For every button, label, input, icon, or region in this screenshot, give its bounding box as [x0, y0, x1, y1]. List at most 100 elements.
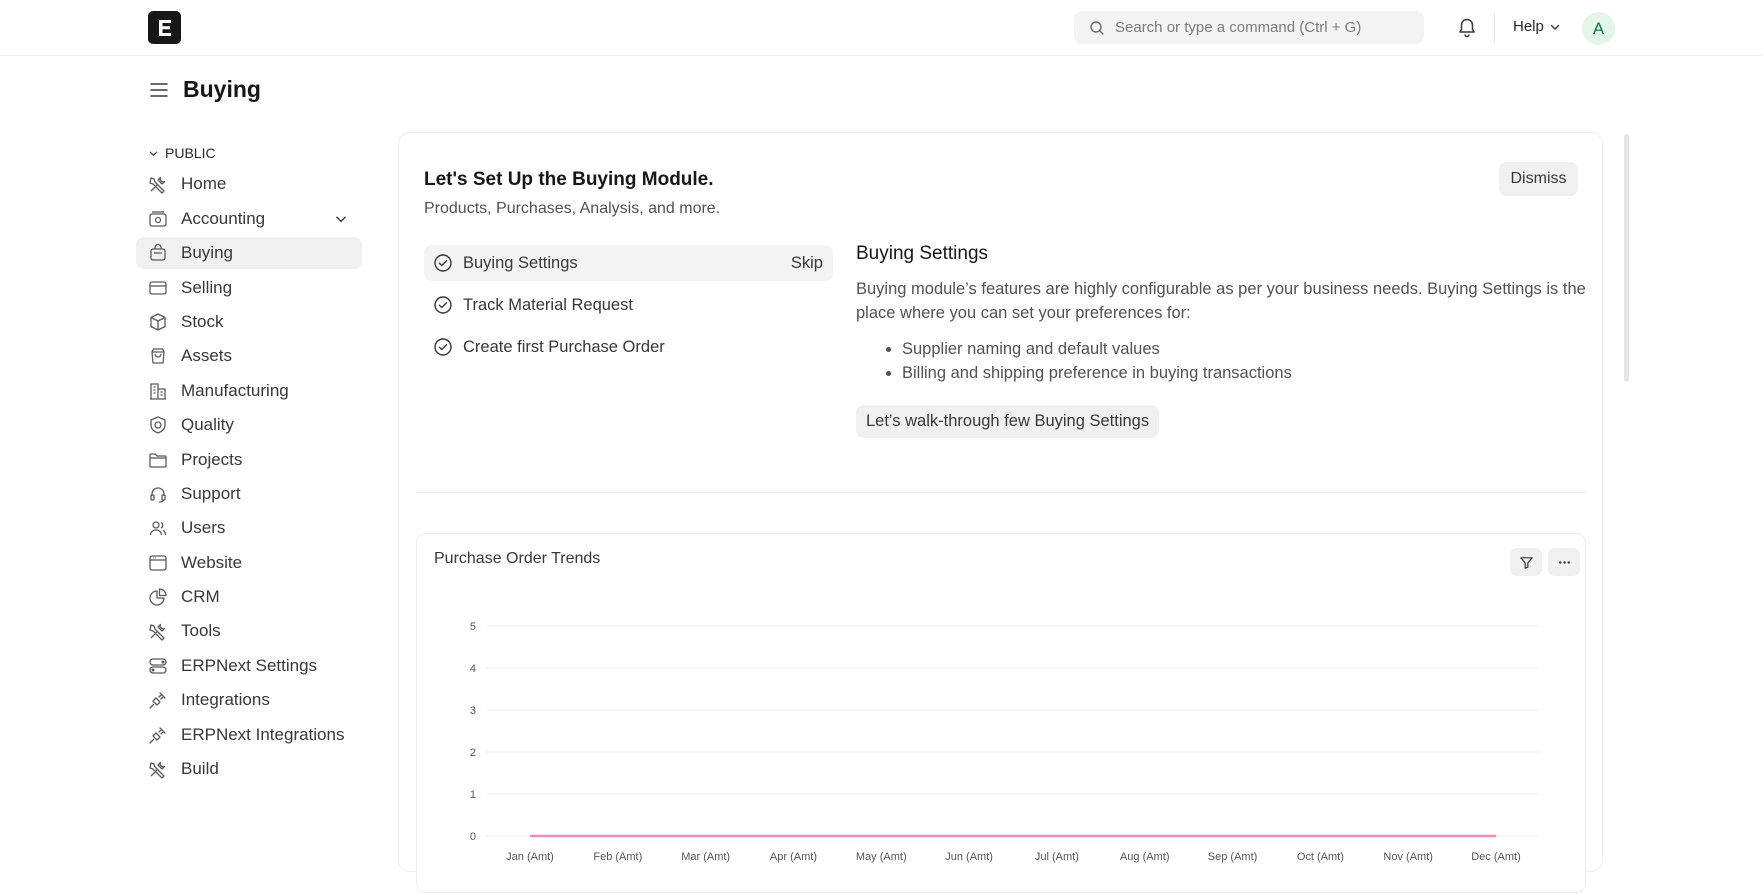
- sidebar-item-label: Build: [181, 759, 219, 779]
- quality-shield-icon: [147, 414, 169, 436]
- chart-title: Purchase Order Trends: [434, 550, 600, 568]
- hamburger-menu-icon: [150, 82, 168, 98]
- chart-widget: Purchase Order Trends 012345Jan (Amt)Feb…: [416, 533, 1586, 893]
- step-detail-bullets: Supplier naming and default values Billi…: [902, 337, 1586, 385]
- sidebar-item-label: Support: [181, 484, 241, 504]
- y-tick-label: 5: [470, 621, 476, 633]
- sidebar-item-label: Assets: [181, 346, 232, 366]
- factory-icon: [147, 380, 169, 402]
- sidebar-item-erpnext-settings[interactable]: ERPNext Settings: [136, 650, 362, 682]
- y-tick-label: 0: [470, 831, 476, 843]
- dismiss-button[interactable]: Dismiss: [1499, 162, 1578, 196]
- headset-icon: [147, 483, 169, 505]
- chevron-down-icon[interactable]: [334, 212, 348, 226]
- sidebar-item-label: Selling: [181, 278, 232, 298]
- section-divider: [416, 492, 1586, 493]
- sidebar-item-label: ERPNext Integrations: [181, 725, 344, 745]
- sidebar-item-label: ERPNext Settings: [181, 656, 317, 676]
- sidebar-item-accounting[interactable]: Accounting: [136, 203, 362, 235]
- sidebar-item-tools[interactable]: Tools: [136, 615, 362, 647]
- step-detail-bullet: Billing and shipping preference in buyin…: [902, 361, 1586, 385]
- chart-filter-button[interactable]: [1510, 548, 1542, 576]
- plug-icon: [147, 724, 169, 746]
- sidebar-item-projects[interactable]: Projects: [136, 444, 362, 476]
- sidebar-item-label: Manufacturing: [181, 381, 289, 401]
- y-tick-label: 2: [470, 747, 476, 759]
- sidebar-item-label: Accounting: [181, 209, 265, 229]
- y-tick-label: 4: [470, 663, 476, 675]
- plug-icon: [147, 689, 169, 711]
- sidebar-item-quality[interactable]: Quality: [136, 409, 362, 441]
- selling-card-icon: [147, 277, 169, 299]
- check-circle-icon: [433, 295, 453, 315]
- user-avatar[interactable]: A: [1582, 12, 1615, 45]
- onboarding-steps: Buying Settings Skip Track Material Requ…: [424, 245, 833, 371]
- website-icon: [147, 552, 169, 574]
- stock-box-icon: [147, 311, 169, 333]
- step-label: Create first Purchase Order: [463, 338, 665, 357]
- sidebar-item-stock[interactable]: Stock: [136, 306, 362, 338]
- step-detail-title: Buying Settings: [856, 243, 1586, 265]
- assets-bag-icon: [147, 345, 169, 367]
- skip-step-button[interactable]: Skip: [791, 254, 823, 273]
- notifications-button[interactable]: [1457, 17, 1477, 39]
- step-detail-panel: Buying Settings Buying module’s features…: [856, 243, 1586, 438]
- onboarding-card: Let's Set Up the Buying Module. Products…: [398, 132, 1603, 872]
- toggle-settings-icon: [147, 655, 169, 677]
- sidebar-item-label: Users: [181, 518, 225, 538]
- search-icon: [1089, 20, 1105, 36]
- onboarding-subtitle: Products, Purchases, Analysis, and more.: [424, 200, 720, 218]
- logo-e-icon: [157, 19, 173, 37]
- onboarding-step-track-material-request[interactable]: Track Material Request: [424, 287, 833, 323]
- sidebar-toggle-button[interactable]: [150, 82, 168, 98]
- bell-icon: [1457, 17, 1477, 39]
- sidebar-item-support[interactable]: Support: [136, 478, 362, 510]
- help-dropdown[interactable]: Help: [1513, 18, 1561, 35]
- chevron-down-icon: [1549, 21, 1561, 33]
- sidebar-item-erpnext-integrations[interactable]: ERPNext Integrations: [136, 719, 362, 751]
- top-navbar: Help A: [0, 0, 1763, 56]
- crm-pie-icon: [147, 586, 169, 608]
- purchase-order-trends-chart: 012345Jan (Amt)Feb (Amt)Mar (Amt)Apr (Am…: [434, 604, 1574, 894]
- sidebar-item-label: Stock: [181, 312, 224, 332]
- y-tick-label: 3: [470, 705, 476, 717]
- sidebar-item-label: Tools: [181, 621, 221, 641]
- tools-icon: [147, 758, 169, 780]
- step-detail-bullet: Supplier naming and default values: [902, 337, 1586, 361]
- check-circle-icon: [433, 253, 453, 273]
- app-logo[interactable]: [148, 11, 181, 44]
- users-icon: [147, 517, 169, 539]
- step-label: Track Material Request: [463, 296, 633, 315]
- sidebar-item-crm[interactable]: CRM: [136, 581, 362, 613]
- avatar-initial: A: [1593, 19, 1604, 39]
- step-label: Buying Settings: [463, 254, 578, 273]
- search-bar[interactable]: [1074, 11, 1424, 44]
- sidebar-item-label: Quality: [181, 415, 234, 435]
- sidebar-item-selling[interactable]: Selling: [136, 272, 362, 304]
- onboarding-step-create-purchase-order[interactable]: Create first Purchase Order: [424, 329, 833, 365]
- sidebar-item-label: Website: [181, 553, 242, 573]
- sidebar-item-label: Buying: [181, 243, 233, 263]
- onboarding-title: Let's Set Up the Buying Module.: [424, 169, 714, 191]
- sidebar-item-buying[interactable]: Buying: [136, 237, 362, 269]
- chart-menu-button[interactable]: [1548, 548, 1580, 576]
- sidebar-item-home[interactable]: Home: [136, 168, 362, 200]
- sidebar-item-integrations[interactable]: Integrations: [136, 684, 362, 716]
- folder-icon: [147, 449, 169, 471]
- search-input[interactable]: [1115, 19, 1405, 36]
- page-title: Buying: [183, 76, 261, 103]
- sidebar-item-users[interactable]: Users: [136, 512, 362, 544]
- step-detail-description: Buying module’s features are highly conf…: [856, 277, 1586, 325]
- sidebar-item-manufacturing[interactable]: Manufacturing: [136, 375, 362, 407]
- walkthrough-button[interactable]: Let’s walk-through few Buying Settings: [856, 405, 1159, 438]
- y-tick-label: 1: [470, 789, 476, 801]
- chevron-down-icon: [148, 148, 159, 159]
- sidebar-item-assets[interactable]: Assets: [136, 340, 362, 372]
- onboarding-step-buying-settings[interactable]: Buying Settings Skip: [424, 245, 833, 281]
- sidebar-section-public[interactable]: PUBLIC: [136, 140, 362, 166]
- sidebar-item-build[interactable]: Build: [136, 753, 362, 785]
- page-scrollbar-thumb[interactable]: [1624, 134, 1629, 382]
- sidebar-item-website[interactable]: Website: [136, 547, 362, 579]
- tools-icon: [147, 173, 169, 195]
- filter-icon: [1519, 555, 1534, 570]
